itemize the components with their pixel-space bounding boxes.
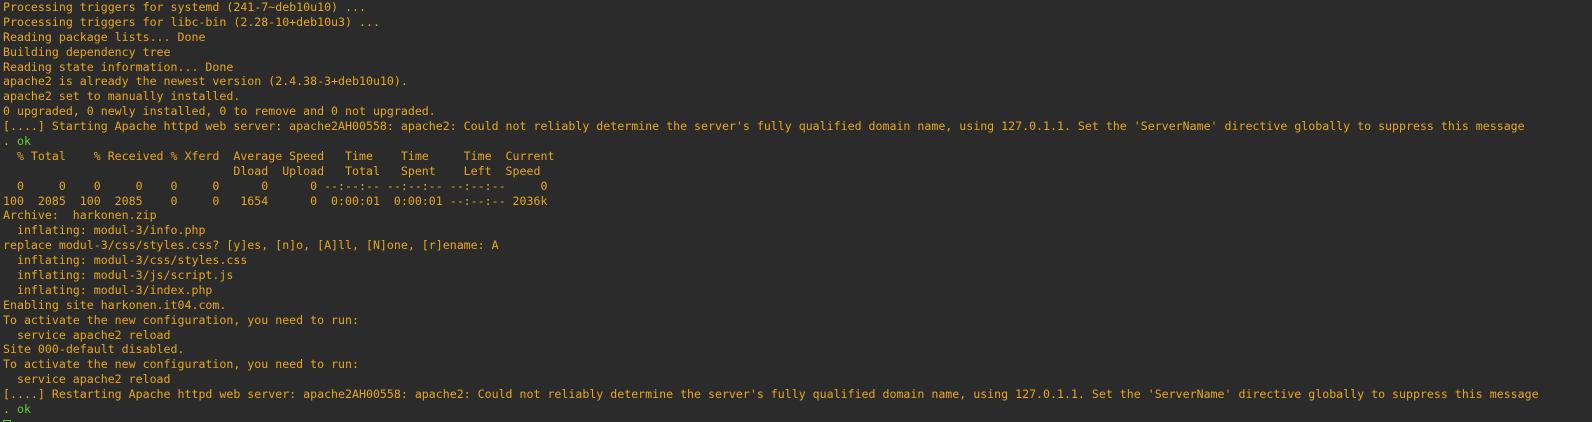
terminal-text: Processing triggers for systemd (241-7~d… bbox=[3, 0, 366, 14]
terminal-window[interactable]: Processing triggers for systemd (241-7~d… bbox=[0, 0, 1592, 422]
terminal-text: . bbox=[3, 402, 17, 417]
terminal-line: [....] Restarting Apache httpd web serve… bbox=[3, 387, 1592, 402]
terminal-line: Building dependency tree bbox=[3, 45, 1592, 60]
terminal-line: To activate the new configuration, you n… bbox=[3, 313, 1592, 328]
terminal-text: . bbox=[3, 134, 17, 149]
terminal-line: apache2 is already the newest version (2… bbox=[3, 74, 1592, 89]
terminal-text: 0 0 0 0 0 0 0 0 --:--:-- --:--:-- --:--:… bbox=[3, 178, 548, 193]
terminal-line: . ok bbox=[3, 402, 1592, 417]
terminal-output: Processing triggers for systemd (241-7~d… bbox=[3, 0, 1592, 417]
terminal-text: Reading package lists... Done bbox=[3, 29, 206, 44]
terminal-line: 100 2085 100 2085 0 0 1654 0 0:00:01 0:0… bbox=[3, 194, 1592, 209]
terminal-line: inflating: modul-3/js/script.js bbox=[3, 268, 1592, 283]
terminal-line: Processing triggers for libc-bin (2.28-1… bbox=[3, 15, 1592, 30]
terminal-line: Enabling site harkonen.it04.com. bbox=[3, 298, 1592, 313]
terminal-text: inflating: modul-3/js/script.js bbox=[3, 268, 234, 283]
terminal-text: Processing triggers for libc-bin (2.28-1… bbox=[3, 14, 380, 29]
terminal-line: % Total % Received % Xferd Average Speed… bbox=[3, 149, 1592, 164]
terminal-text: inflating: modul-3/index.php bbox=[3, 282, 213, 297]
terminal-text: Site 000-default disabled. bbox=[3, 342, 185, 357]
terminal-text: Dload Upload Total Spent Left Speed bbox=[3, 163, 541, 178]
terminal-line: inflating: modul-3/info.php bbox=[3, 223, 1592, 238]
terminal-text: replace modul-3/css/styles.css? [y]es, [… bbox=[3, 238, 499, 253]
terminal-text: 100 2085 100 2085 0 0 1654 0 0:00:01 0:0… bbox=[3, 193, 548, 208]
terminal-text: service apache2 reload bbox=[3, 372, 171, 387]
terminal-line: Reading state information... Done bbox=[3, 60, 1592, 75]
terminal-line: service apache2 reload bbox=[3, 328, 1592, 343]
terminal-text: To activate the new configuration, you n… bbox=[3, 312, 359, 327]
terminal-line: Dload Upload Total Spent Left Speed bbox=[3, 164, 1592, 179]
terminal-line: [....] Starting Apache httpd web server:… bbox=[3, 119, 1592, 134]
terminal-text: Building dependency tree bbox=[3, 44, 171, 59]
terminal-line: inflating: modul-3/css/styles.css bbox=[3, 253, 1592, 268]
terminal-line: 0 0 0 0 0 0 0 0 --:--:-- --:--:-- --:--:… bbox=[3, 179, 1592, 194]
terminal-line: replace modul-3/css/styles.css? [y]es, [… bbox=[3, 238, 1592, 253]
terminal-line: Processing triggers for systemd (241-7~d… bbox=[3, 0, 1592, 15]
terminal-text: service apache2 reload bbox=[3, 327, 171, 342]
terminal-line: 0 upgraded, 0 newly installed, 0 to remo… bbox=[3, 104, 1592, 119]
terminal-text: apache2 set to manually installed. bbox=[3, 89, 241, 104]
terminal-text: % Total % Received % Xferd Average Speed… bbox=[3, 148, 555, 163]
terminal-line: Archive: harkonen.zip bbox=[3, 208, 1592, 223]
terminal-text: inflating: modul-3/css/styles.css bbox=[3, 253, 248, 268]
terminal-text: To activate the new configuration, you n… bbox=[3, 357, 359, 372]
terminal-line: . ok bbox=[3, 134, 1592, 149]
terminal-line: Site 000-default disabled. bbox=[3, 342, 1592, 357]
terminal-text: apache2 is already the newest version (2… bbox=[3, 74, 408, 89]
terminal-text: [....] Starting Apache httpd web server:… bbox=[3, 119, 1525, 134]
terminal-prompt-line[interactable] bbox=[3, 417, 1592, 422]
terminal-line: Reading package lists... Done bbox=[3, 30, 1592, 45]
terminal-text: Enabling site harkonen.it04.com. bbox=[3, 297, 227, 312]
status-ok-text: ok bbox=[16, 402, 31, 417]
terminal-line: To activate the new configuration, you n… bbox=[3, 357, 1592, 372]
status-ok-text: ok bbox=[16, 134, 31, 149]
terminal-line: apache2 set to manually installed. bbox=[3, 89, 1592, 104]
terminal-text: Archive: harkonen.zip bbox=[3, 208, 157, 223]
terminal-text: 0 upgraded, 0 newly installed, 0 to remo… bbox=[3, 104, 436, 119]
terminal-text: [....] Restarting Apache httpd web serve… bbox=[3, 387, 1539, 402]
terminal-line: service apache2 reload bbox=[3, 372, 1592, 387]
terminal-text: inflating: modul-3/info.php bbox=[3, 223, 206, 238]
terminal-line: inflating: modul-3/index.php bbox=[3, 283, 1592, 298]
terminal-text: Reading state information... Done bbox=[3, 59, 234, 74]
